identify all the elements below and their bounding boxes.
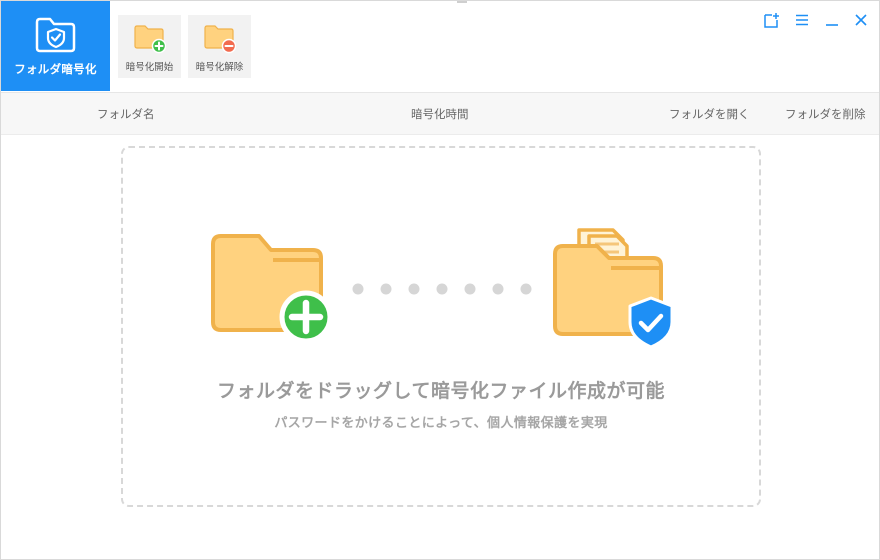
folder-add-icon <box>134 25 166 54</box>
folder-shield-icon <box>35 17 76 53</box>
add-window-icon[interactable] <box>763 11 781 29</box>
toolbar: フォルダ暗号化 暗号化開始 暗号化解除 <box>1 1 879 93</box>
progress-dots-icon <box>352 283 532 295</box>
column-folder-name[interactable]: フォルダ名 <box>97 106 155 122</box>
drop-zone-title: フォルダをドラッグして暗号化ファイル作成が可能 <box>217 380 665 402</box>
app-window: フォルダ暗号化 暗号化開始 暗号化解除 フォルダ名 暗号化時間 フォルダを開く … <box>0 0 880 560</box>
column-open-folder[interactable]: フォルダを開く <box>669 106 750 122</box>
window-drag-handle[interactable] <box>457 1 467 3</box>
menu-icon[interactable] <box>793 11 811 29</box>
drop-illustration <box>211 228 674 349</box>
folder-drop-zone[interactable]: フォルダをドラッグして暗号化ファイル作成が可能 パスワードをかけることによって、… <box>121 146 761 507</box>
close-icon[interactable] <box>852 11 870 29</box>
start-encryption-button[interactable]: 暗号化開始 <box>118 15 181 78</box>
folder-table-header: フォルダ名 暗号化時間 フォルダを開く フォルダを削除 <box>1 93 879 135</box>
tab-folder-encryption-label: フォルダ暗号化 <box>14 62 97 76</box>
drop-zone-subtitle: パスワードをかけることによって、個人情報保護を実現 <box>274 416 608 431</box>
minimize-icon[interactable] <box>823 11 841 29</box>
remove-encryption-label: 暗号化解除 <box>195 62 244 73</box>
column-delete-folder[interactable]: フォルダを削除 <box>785 106 866 122</box>
column-encryption-time[interactable]: 暗号化時間 <box>411 106 469 122</box>
folder-remove-icon <box>204 25 236 54</box>
start-encryption-label: 暗号化開始 <box>125 62 174 73</box>
folder-shield-illustration-icon <box>553 228 674 349</box>
tab-folder-encryption[interactable]: フォルダ暗号化 <box>1 1 110 91</box>
folder-add-illustration-icon <box>211 234 333 344</box>
remove-encryption-button[interactable]: 暗号化解除 <box>188 15 251 78</box>
